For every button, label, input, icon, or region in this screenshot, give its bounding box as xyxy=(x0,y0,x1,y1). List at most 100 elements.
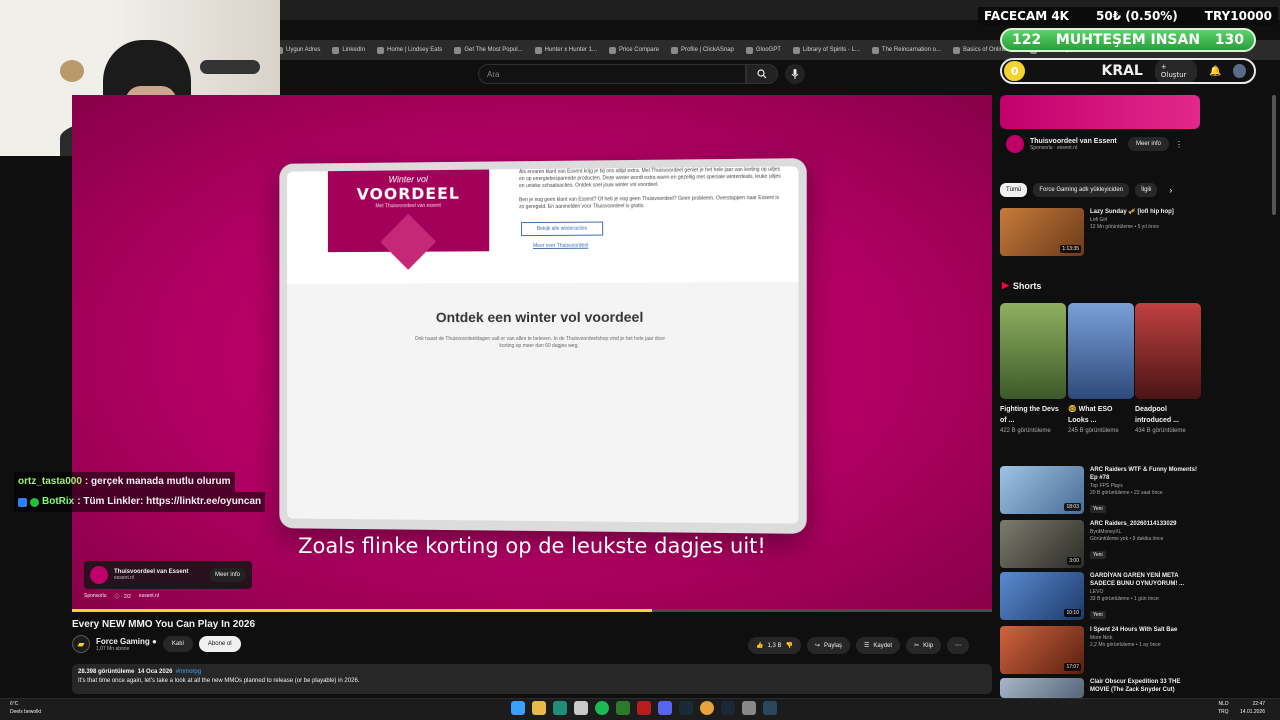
clip-button[interactable]: ✂ Klip xyxy=(906,637,941,654)
hashtag-link[interactable]: #mmorpg xyxy=(176,669,201,675)
weather-widget[interactable]: 6°C Deels bewolkt xyxy=(10,700,41,716)
channel-name[interactable]: Force Gaming xyxy=(96,637,150,646)
video-duration: 18:03 xyxy=(1064,503,1081,511)
share-button[interactable]: ↪ Paylaş xyxy=(807,637,850,654)
search-input[interactable]: Ara xyxy=(478,64,746,84)
video-thumbnail: 10:10 xyxy=(1000,572,1084,620)
recommended-video[interactable]: 18:03 ARC Raiders WTF & Funny Moments! E… xyxy=(1000,466,1200,515)
video-description[interactable]: 28.398 görüntüleme 14 Oca 2026 #mmorpg I… xyxy=(72,664,992,694)
recommended-video[interactable]: Clair Obscur Expedition 33 THE MOVIE (Th… xyxy=(1000,678,1200,698)
account-avatar[interactable] xyxy=(1233,64,1246,78)
verified-icon: ● xyxy=(152,637,157,646)
steam-icon[interactable] xyxy=(763,701,777,715)
system-clock[interactable]: 22:47 14.01.2026 xyxy=(1240,700,1265,716)
ad-paragraph: Als ervaren klant van Essent krijg je bi… xyxy=(519,166,782,190)
bookmark-icon xyxy=(872,47,879,54)
ad-site[interactable]: essent.nl xyxy=(139,593,159,600)
video-meta: 33 B görüntüleme • 1 gün önce xyxy=(1090,596,1200,603)
chevron-right-icon[interactable]: › xyxy=(1169,185,1172,195)
ad-more-info-button[interactable]: Meer info xyxy=(209,568,246,582)
video-duration: 3:00 xyxy=(1067,557,1081,565)
bookmark-icon xyxy=(535,47,542,54)
video-thumbnail xyxy=(1000,678,1084,698)
recommended-video[interactable]: 1:13:35 Lazy Sunday 🎺 [lofi hip hop] Lof… xyxy=(1000,208,1200,256)
short-views: 422 B görüntüleme xyxy=(1000,426,1066,437)
bookmark[interactable]: The Reincarnation o... xyxy=(872,47,941,54)
kebab-menu-icon[interactable]: ⋮ xyxy=(1175,140,1183,149)
chip-related[interactable]: İlgili xyxy=(1135,183,1157,197)
short-views: 245 B görüntüleme xyxy=(1068,426,1134,437)
file-explorer-icon[interactable] xyxy=(532,701,546,715)
subscribe-button[interactable]: Abone ol xyxy=(199,636,241,652)
edge-icon[interactable] xyxy=(553,701,567,715)
video-title: ARC Raiders_20260114133029 xyxy=(1090,520,1176,528)
video-title: I Spent 24 Hours With Salt Bae xyxy=(1090,626,1177,634)
sidebar-ad-domain: essent.nl xyxy=(1057,145,1077,151)
shorts-icon: ▶ xyxy=(1002,280,1009,291)
bookmark[interactable]: Profile | ClickASnap xyxy=(671,47,734,54)
create-button[interactable]: + Oluştur xyxy=(1155,60,1197,82)
scrollbar[interactable] xyxy=(1272,95,1276,215)
short-views: 434 B görüntüleme xyxy=(1135,426,1201,437)
steam-icon[interactable] xyxy=(679,701,693,715)
voice-search-button[interactable] xyxy=(785,64,805,84)
shorts-header: ▶ Shorts xyxy=(1002,280,1041,291)
chip-all[interactable]: Tümü xyxy=(1000,183,1027,197)
bookmark[interactable]: Library of Spirits - L... xyxy=(793,47,860,54)
short-item[interactable]: 🤓 What ESO Looks ... 245 B görüntüleme xyxy=(1068,303,1134,437)
video-progress-bar[interactable] xyxy=(72,609,992,612)
recommended-video[interactable]: 17:07 I Spent 24 Hours With Salt Bae More… xyxy=(1000,626,1200,674)
recommended-video[interactable]: 10:10 GARDİYAN GAREN YENİ META SADECE BU… xyxy=(1000,572,1200,621)
bookmark[interactable]: Home | Lindsey Eats xyxy=(377,47,442,54)
bookmark-label: Price Compare xyxy=(619,47,659,53)
channel-name: Lofi Girl xyxy=(1090,216,1174,224)
bookmark[interactable]: GlooGPT xyxy=(746,47,781,54)
short-thumbnail xyxy=(1000,303,1066,399)
sidebar-ad[interactable]: Thuisvoordeel van Essent Sponsorlu · ess… xyxy=(1000,95,1200,171)
chat-message: BotRix: Tüm Linkler: https://linktr.ee/o… xyxy=(14,492,265,512)
video-meta: 2,2 Mn görüntüleme • 1 ay önce xyxy=(1090,642,1177,649)
stream-goal-bar: FACECAM 4K 50₺ (0.50%) TRY10000 xyxy=(978,7,1278,25)
donor-right-value: 130 xyxy=(1215,32,1244,48)
like-button[interactable]: 👍 1,3 B 👎 xyxy=(748,637,801,654)
join-button[interactable]: Katıl xyxy=(163,636,193,652)
start-icon[interactable] xyxy=(511,701,525,715)
filter-chips: Tümü Force Gaming adlı yükleyiciden İlgi… xyxy=(1000,183,1172,197)
bookmark[interactable]: Price Compare xyxy=(609,47,659,54)
weather-text: Deels bewolkt xyxy=(10,708,41,716)
notifications-bell-icon[interactable]: 🔔 xyxy=(1209,66,1221,77)
channel-avatar[interactable]: ▰ xyxy=(72,635,90,653)
chrome-icon[interactable] xyxy=(700,701,714,715)
spotify-icon[interactable] xyxy=(595,701,609,715)
headphones xyxy=(200,60,260,74)
video-meta: 20 B görüntüleme • 22 saat önce xyxy=(1090,490,1200,497)
app-icon[interactable] xyxy=(637,701,651,715)
short-item[interactable]: Deadpool introduced ... 434 B görüntülem… xyxy=(1135,303,1201,437)
video-thumbnail: 17:07 xyxy=(1000,626,1084,674)
top-donor-bar: 122 MUHTEŞEM INSAN 130 xyxy=(1000,28,1256,52)
clock-date: 14.01.2026 xyxy=(1240,708,1265,716)
short-item[interactable]: Fighting the Devs of ... 422 B görüntüle… xyxy=(1000,303,1066,437)
search-button[interactable] xyxy=(746,64,778,84)
ad-heading: Ontdek een winter vol voordeel xyxy=(287,308,798,325)
bookmark[interactable]: Uygun Adres xyxy=(276,47,320,54)
ad-overlay-card[interactable]: Thuisvoordeel van Essent essent.nl Meer … xyxy=(84,561,252,589)
bookmark[interactable]: LinkedIn xyxy=(332,47,365,54)
bookmark[interactable]: Hunter x Hunter 1... xyxy=(535,47,597,54)
save-label: Kaydet xyxy=(873,643,892,649)
new-badge: Yeni xyxy=(1090,611,1106,619)
save-button[interactable]: ☰ Kaydet xyxy=(856,637,900,654)
sidebar-ad-more-info-button[interactable]: Meer info xyxy=(1128,137,1169,151)
settings-icon[interactable] xyxy=(742,701,756,715)
thumbs-down-icon[interactable]: 👎 xyxy=(786,642,793,649)
steam-icon[interactable] xyxy=(721,701,735,715)
store-icon[interactable] xyxy=(574,701,588,715)
bookmark[interactable]: Get The Most Popul... xyxy=(454,47,522,54)
language-indicator[interactable]: NLD TRQ xyxy=(1218,700,1229,716)
search-icon xyxy=(757,69,767,79)
discord-icon[interactable] xyxy=(658,701,672,715)
recommended-video[interactable]: 3:00 ARC Raiders_20260114133029 ByrdMoney… xyxy=(1000,520,1200,568)
chip-uploader[interactable]: Force Gaming adlı yükleyiciden xyxy=(1033,183,1129,197)
xbox-icon[interactable] xyxy=(616,701,630,715)
more-actions-icon[interactable]: ⋯ xyxy=(947,637,969,654)
